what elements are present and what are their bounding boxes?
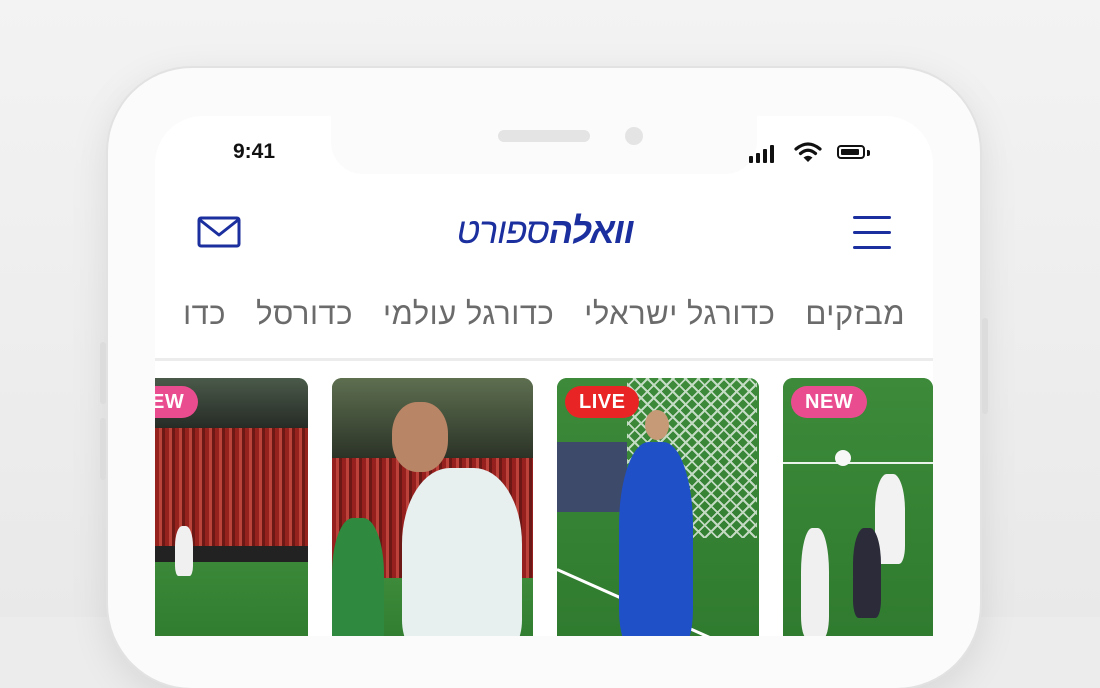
player-head	[645, 410, 669, 440]
story-card[interactable]: NEW	[783, 378, 933, 636]
player-figure	[619, 442, 693, 636]
power-button	[982, 318, 988, 414]
player-figure	[853, 528, 881, 618]
player-head	[392, 402, 448, 472]
battery-level	[841, 149, 859, 155]
battery-icon	[837, 145, 865, 159]
menu-line	[853, 216, 891, 219]
pitch-line	[783, 462, 933, 464]
tabs-divider	[155, 358, 933, 361]
crowd-block	[557, 442, 627, 512]
menu-line	[853, 246, 891, 249]
logo-light: ספורט	[456, 210, 549, 251]
story-card[interactable]: LIVE	[557, 378, 759, 636]
tab-israeli-football[interactable]: כדורגל ישראלי	[584, 296, 775, 332]
logo-bold: וואלה	[548, 210, 635, 251]
player-figure	[801, 528, 829, 636]
wifi-icon	[794, 142, 822, 162]
signal-bar	[763, 149, 767, 163]
player-figure	[175, 526, 193, 576]
live-badge: LIVE	[565, 386, 640, 418]
status-time: 9:41	[233, 140, 276, 163]
volume-button	[100, 418, 106, 480]
category-tabs: מבזקים כדורגל ישראלי כדורגל עולמי כדורסל…	[183, 296, 905, 332]
app-screen: 9:41 וואלהספורט מבזקים כדורגל ישראלי כדו…	[155, 116, 933, 636]
ball	[835, 450, 851, 466]
new-badge: EW	[155, 386, 199, 418]
tab-basketball[interactable]: כדורסל	[256, 296, 353, 332]
notch	[331, 116, 757, 174]
cellular-signal-icon	[749, 156, 753, 163]
tab-partial[interactable]: כדו	[183, 296, 226, 332]
tab-world-football[interactable]: כדורגל עולמי	[383, 296, 554, 332]
player-figure	[332, 518, 384, 636]
battery-cap	[867, 150, 870, 156]
signal-bar	[770, 145, 774, 163]
signal-bar	[756, 153, 760, 163]
app-logo[interactable]: וואלהספורט	[425, 210, 665, 252]
front-camera	[625, 127, 643, 145]
player-figure	[402, 468, 522, 636]
menu-line	[853, 231, 891, 234]
tab-flashes[interactable]: מבזקים	[805, 296, 905, 332]
hamburger-icon[interactable]	[853, 216, 891, 250]
speaker-grille	[498, 130, 590, 142]
volume-button	[100, 342, 106, 404]
new-badge: NEW	[791, 386, 868, 418]
envelope-icon[interactable]	[197, 216, 241, 248]
story-card[interactable]: EW	[155, 378, 308, 636]
story-card[interactable]	[332, 378, 533, 636]
